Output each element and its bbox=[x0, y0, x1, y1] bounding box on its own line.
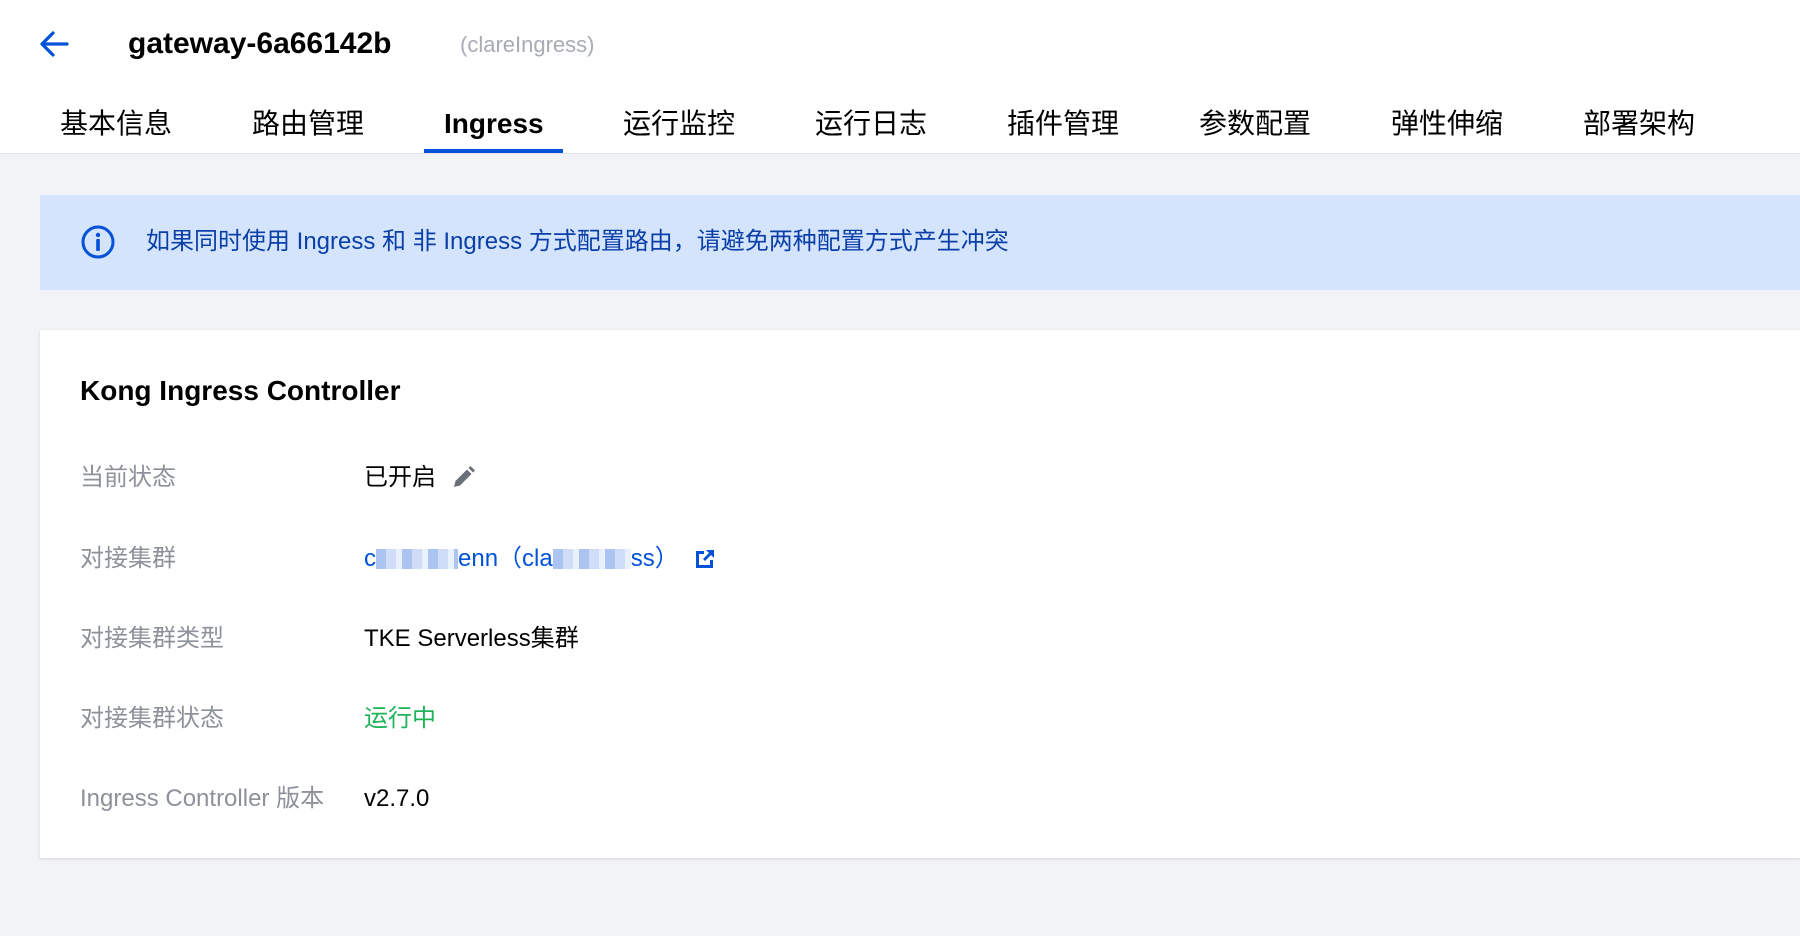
row-cluster-type: 对接集群类型 TKE Serverless集群 bbox=[80, 619, 1680, 659]
active-tab-indicator bbox=[424, 149, 563, 153]
row-label: Ingress Controller 版本 bbox=[80, 785, 325, 812]
row-label: 对接集群 bbox=[80, 545, 176, 572]
tab-monitoring[interactable]: 运行监控 bbox=[623, 98, 735, 154]
tab-ingress[interactable]: Ingress bbox=[444, 98, 544, 154]
page-header: gateway-6a66142b (clareIngress) 基本信息 路由管… bbox=[0, 0, 1800, 154]
row-cluster-status: 对接集群状态 运行中 bbox=[80, 699, 1680, 739]
pencil-icon[interactable] bbox=[450, 465, 476, 491]
tab-route-management[interactable]: 路由管理 bbox=[252, 98, 364, 154]
row-controller-version: Ingress Controller 版本 v2.7.0 bbox=[80, 779, 1680, 819]
tab-parameters[interactable]: 参数配置 bbox=[1199, 98, 1311, 154]
tab-bar: 基本信息 路由管理 Ingress 运行监控 运行日志 插件管理 参数配置 弹性… bbox=[0, 98, 1800, 154]
external-link-icon[interactable] bbox=[693, 547, 717, 571]
cluster-name-end: ss） bbox=[630, 545, 679, 572]
redacted-text bbox=[552, 549, 631, 569]
cluster-name-start: c bbox=[364, 545, 376, 572]
cluster-status-value: 运行中 bbox=[364, 705, 436, 732]
row-label: 对接集群类型 bbox=[80, 625, 224, 652]
page-title: gateway-6a66142b bbox=[128, 27, 392, 60]
row-label: 对接集群状态 bbox=[80, 705, 224, 732]
cluster-type-value: TKE Serverless集群 bbox=[364, 625, 579, 652]
row-current-status: 当前状态 已开启 bbox=[80, 458, 1680, 498]
tab-logs[interactable]: 运行日志 bbox=[815, 98, 927, 154]
row-cluster: 对接集群 c enn（cla ss） bbox=[80, 539, 1680, 579]
status-value: 已开启 bbox=[364, 458, 476, 498]
redacted-text bbox=[376, 549, 458, 569]
back-button[interactable] bbox=[36, 26, 72, 62]
tab-plugins[interactable]: 插件管理 bbox=[1007, 98, 1119, 154]
page-subtitle: (clareIngress) bbox=[460, 32, 595, 57]
ingress-controller-card: Kong Ingress Controller 当前状态 已开启 对接集群 c … bbox=[40, 330, 1800, 858]
tab-autoscaling[interactable]: 弹性伸缩 bbox=[1391, 98, 1503, 154]
cluster-link[interactable]: c enn（cla ss） bbox=[364, 539, 717, 579]
tab-deployment[interactable]: 部署架构 bbox=[1583, 98, 1695, 154]
row-label: 当前状态 bbox=[80, 464, 176, 491]
notice-message: 如果同时使用 Ingress 和 非 Ingress 方式配置路由，请避免两种配… bbox=[146, 228, 1009, 255]
version-value: v2.7.0 bbox=[364, 785, 430, 812]
info-notice: 如果同时使用 Ingress 和 非 Ingress 方式配置路由，请避免两种配… bbox=[40, 195, 1800, 290]
arrow-left-icon bbox=[40, 31, 69, 57]
status-text: 已开启 bbox=[364, 464, 436, 491]
cluster-name-mid: enn（cla bbox=[458, 545, 553, 572]
card-title: Kong Ingress Controller bbox=[80, 375, 401, 406]
tab-basic-info[interactable]: 基本信息 bbox=[60, 98, 172, 154]
info-circle-icon bbox=[81, 225, 115, 259]
